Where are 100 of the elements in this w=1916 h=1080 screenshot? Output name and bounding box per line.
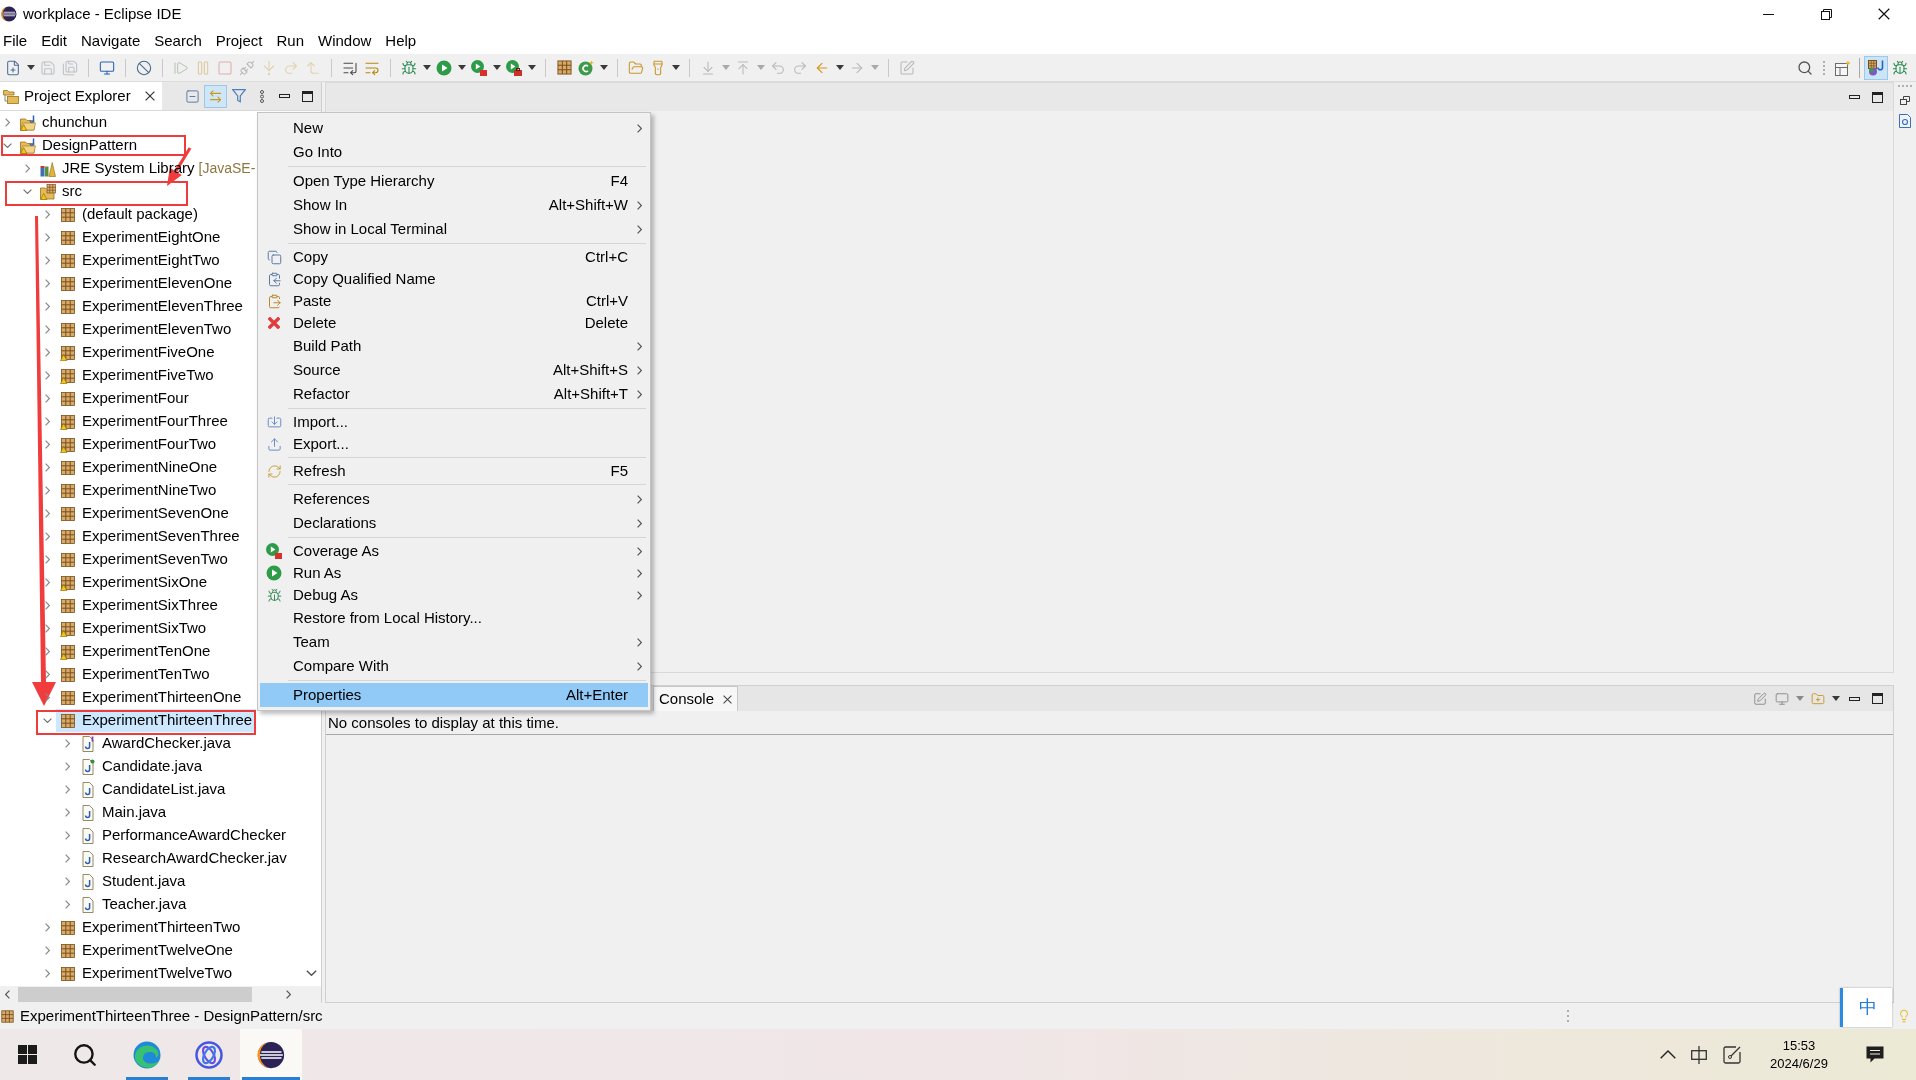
tree-item[interactable]: ExperimentTwelveTwo [56,962,237,985]
chevron-right-icon[interactable] [65,785,70,794]
chevron-right-icon[interactable] [65,854,70,863]
tree-item[interactable]: src [36,180,86,203]
tree-item[interactable]: ExperimentFourTwo [56,433,221,456]
tree-item[interactable]: chunchun [16,111,112,134]
chevron-right-icon[interactable] [65,762,70,771]
tree-item[interactable]: ExperimentThirteenOne [56,686,246,709]
tree-item[interactable]: ExperimentFour [56,387,193,410]
tree-item[interactable]: ExperimentSixOne [56,571,212,594]
tree-item[interactable]: Candidate.java [76,755,207,778]
tree-item[interactable]: ExperimentFourThree [56,410,232,433]
tree-item[interactable]: DesignPattern [16,134,142,157]
chevron-right-icon[interactable] [65,877,70,886]
menu-item[interactable]: Debug As [260,584,648,606]
menu-item[interactable]: Refactor Alt+Shift+T [260,382,648,406]
menu-item[interactable]: Run As [260,562,648,584]
menu-item[interactable]: Copy Qualified Name [260,268,648,290]
taskbar-app[interactable] [240,1029,302,1080]
tree-item[interactable]: PerformanceAwardChecker [76,824,290,847]
chevron-right-icon[interactable] [45,325,50,334]
chevron-right-icon[interactable] [45,463,50,472]
chevron-right-icon[interactable] [45,279,50,288]
menu-bar-item[interactable]: Project [208,28,270,54]
chevron-down-icon[interactable] [23,189,32,194]
menu-item[interactable]: Coverage As [260,540,648,562]
chevron-right-icon[interactable] [45,486,50,495]
chevron-right-icon[interactable] [65,831,70,840]
menu-item[interactable]: Declarations [260,511,648,535]
tree-item[interactable]: Student.java [76,870,190,893]
chevron-right-icon[interactable] [45,348,50,357]
chevron-right-icon[interactable] [285,990,291,999]
tree-item[interactable]: ExperimentEightTwo [56,249,224,272]
chevron-right-icon[interactable] [45,509,50,518]
tree-item[interactable]: ExperimentThirteenTwo [56,916,245,939]
menu-bar-item[interactable]: Navigate [74,28,148,54]
chevron-down-icon[interactable] [305,970,317,976]
chevron-down-icon[interactable] [43,718,52,723]
tree-item[interactable]: ExperimentSevenThree [56,525,244,548]
ime-indicator[interactable]: 中 [1840,988,1892,1027]
tree-item[interactable]: ExperimentSixThree [56,594,222,617]
menu-item[interactable]: Show In Alt+Shift+W [260,193,648,217]
menu-item[interactable]: Properties Alt+Enter [260,683,648,707]
tree-item[interactable]: ExperimentTenTwo [56,663,214,686]
chevron-right-icon[interactable] [45,233,50,242]
tree-item[interactable]: ExperimentEightOne [56,226,225,249]
chevron-right-icon[interactable] [45,371,50,380]
tree-item[interactable]: ExperimentFiveTwo [56,364,218,387]
menu-item[interactable]: Restore from Local History... [260,606,648,630]
tree-item[interactable]: ExperimentNineTwo [56,479,221,502]
menu-item[interactable]: References [260,487,648,511]
tree-item[interactable]: Main.java [76,801,171,824]
menu-item[interactable]: Compare With [260,654,648,678]
chevron-right-icon[interactable] [65,900,70,909]
chevron-right-icon[interactable] [45,578,50,587]
chevron-left-icon[interactable] [4,990,10,999]
menu-item[interactable]: New [260,116,648,140]
menu-item[interactable]: Delete Delete [260,312,648,334]
menu-item[interactable]: Export... [260,433,648,455]
tree-item[interactable]: ResearchAwardChecker.jav [76,847,291,870]
chevron-right-icon[interactable] [45,394,50,403]
console-tab[interactable]: Console [653,686,739,711]
tree-item[interactable]: ExperimentFiveOne [56,341,219,364]
menu-bar-item[interactable]: File [0,28,35,54]
menu-bar-item[interactable]: Search [147,28,209,54]
chevron-right-icon[interactable] [5,118,10,127]
menu-bar-item[interactable]: Edit [34,28,75,54]
tree-item[interactable]: ExperimentElevenThree [56,295,247,318]
menu-item[interactable]: Refresh F5 [260,460,648,482]
tree-item[interactable]: ExperimentElevenTwo [56,318,236,341]
chevron-right-icon[interactable] [65,808,70,817]
tree-item[interactable]: AwardChecker.java [76,732,235,755]
menu-item[interactable]: Build Path [260,334,648,358]
menu-item[interactable]: Import... [260,411,648,433]
chevron-right-icon[interactable] [45,417,50,426]
tree-item[interactable]: ExperimentNineOne [56,456,222,479]
chevron-right-icon[interactable] [45,946,50,955]
tree-item[interactable]: ExperimentTwelveOne [56,939,237,962]
chevron-right-icon[interactable] [45,440,50,449]
chevron-right-icon[interactable] [45,532,50,541]
chevron-down-icon[interactable] [3,143,12,148]
tree-item[interactable]: ExperimentSixTwo [56,617,211,640]
tree-item[interactable]: CandidateList.java [76,778,230,801]
chevron-right-icon[interactable] [45,210,50,219]
chevron-right-icon[interactable] [45,256,50,265]
perspective-button[interactable] [1864,55,1888,80]
tree-item[interactable]: ExperimentTenOne [56,640,215,663]
tree-item[interactable]: ExperimentThirteenThree [56,709,257,732]
menu-bar-item[interactable]: Help [378,28,424,54]
view-tool-button[interactable] [204,84,227,108]
chevron-right-icon[interactable] [45,302,50,311]
scrollbar-thumb[interactable] [18,987,252,1002]
menu-item[interactable]: Open Type Hierarchy F4 [260,169,648,193]
menu-bar-item[interactable]: Window [311,28,379,54]
tree-item[interactable]: ExperimentSevenOne [56,502,233,525]
tree-item[interactable]: (default package) [56,203,202,226]
menu-item[interactable]: Copy Ctrl+C [260,246,648,268]
menu-item[interactable]: Paste Ctrl+V [260,290,648,312]
menu-item[interactable]: Show in Local Terminal [260,217,648,241]
chevron-right-icon[interactable] [45,969,50,978]
